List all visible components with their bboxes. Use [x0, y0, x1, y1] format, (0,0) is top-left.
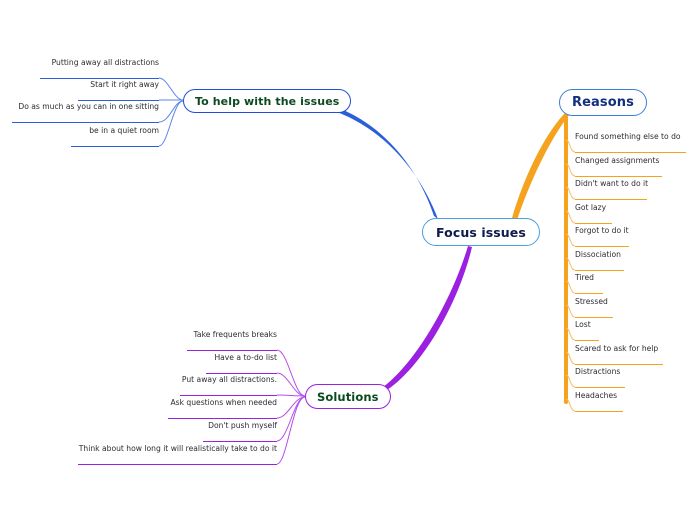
leaf-reasons-3-underline — [575, 223, 612, 224]
leaf-reasons-1-underline — [575, 176, 662, 177]
mindmap-canvas: Focus issues To help with the issues Put… — [0, 0, 696, 520]
branch-node-reasons[interactable]: Reasons — [559, 89, 647, 116]
leaf-reasons-10-underline — [575, 387, 625, 388]
leaf-reasons-0-label: Found something else to do — [575, 132, 681, 141]
leaf-reasons-7[interactable]: Stressed — [575, 296, 608, 310]
leaf-solutions-4[interactable]: Don't push myself — [60, 420, 277, 434]
trunk-reasons — [512, 112, 570, 220]
leaf-reasons-5-label: Dissociation — [575, 250, 622, 259]
branch-node-reasons-label: Reasons — [572, 95, 634, 110]
branch-node-help-label: To help with the issues — [195, 94, 340, 108]
leaf-help-3-label: be in a quiet room — [89, 126, 159, 135]
leaf-reasons-0-underline — [575, 152, 686, 153]
leaf-reasons-10[interactable]: Distractions — [575, 366, 620, 380]
leaf-reasons-11-underline — [575, 411, 623, 412]
leaf-reasons-2-label: Didn't want to do it — [575, 179, 649, 188]
leaf-reasons-3-label: Got lazy — [575, 203, 607, 212]
leaf-reasons-0[interactable]: Found something else to do — [575, 131, 681, 145]
leaf-solutions-2[interactable]: Put away all distractions. — [60, 374, 277, 388]
hooks-help — [158, 77, 184, 147]
leaf-reasons-9-underline — [575, 364, 663, 365]
trunk-help — [303, 100, 438, 219]
leaf-reasons-2-underline — [575, 199, 647, 200]
leaf-reasons-6-label: Tired — [575, 273, 594, 282]
leaf-reasons-11-label: Headaches — [575, 391, 618, 400]
branch-node-help[interactable]: To help with the issues — [183, 89, 352, 113]
hooks-solutions — [276, 349, 306, 465]
hooks-reasons — [565, 139, 576, 412]
leaf-help-0-label: Putting away all distractions — [51, 58, 159, 67]
leaf-reasons-11[interactable]: Headaches — [575, 390, 617, 404]
leaf-reasons-5[interactable]: Dissociation — [575, 249, 621, 263]
leaf-reasons-6[interactable]: Tired — [575, 272, 594, 286]
leaf-reasons-8-label: Lost — [575, 320, 591, 329]
leaf-solutions-3-label: Ask questions when needed — [170, 398, 277, 407]
leaf-solutions-5[interactable]: Think about how long it will realistical… — [40, 443, 277, 457]
leaf-help-1[interactable]: Start it right away — [0, 79, 159, 93]
leaf-help-1-label: Start it right away — [90, 80, 159, 89]
leaf-help-2[interactable]: Do as much as you can in one sitting — [0, 101, 159, 115]
leaf-reasons-8[interactable]: Lost — [575, 319, 591, 333]
leaf-solutions-5-label: Think about how long it will realistical… — [78, 444, 277, 453]
leaf-reasons-9-label: Scared to ask for help — [575, 344, 659, 353]
central-node-focus-issues[interactable]: Focus issues — [422, 218, 540, 246]
leaf-reasons-3[interactable]: Got lazy — [575, 202, 606, 216]
leaf-solutions-0[interactable]: Take frequents breaks — [60, 329, 277, 343]
leaf-help-0[interactable]: Putting away all distractions — [0, 57, 159, 71]
leaf-reasons-1-label: Changed assignments — [575, 156, 660, 165]
leaf-reasons-9[interactable]: Scared to ask for help — [575, 343, 658, 357]
leaf-help-3-underline — [71, 146, 159, 147]
leaf-solutions-3-underline — [168, 418, 277, 419]
leaf-solutions-4-underline — [203, 441, 277, 442]
leaf-solutions-3[interactable]: Ask questions when needed — [60, 397, 277, 411]
leaf-help-2-underline — [12, 122, 159, 123]
leaf-reasons-2[interactable]: Didn't want to do it — [575, 178, 648, 192]
leaf-reasons-6-underline — [575, 293, 603, 294]
leaf-help-3[interactable]: be in a quiet room — [0, 125, 159, 139]
leaf-solutions-0-underline — [187, 350, 277, 351]
central-node-label: Focus issues — [436, 224, 526, 240]
leaf-reasons-10-label: Distractions — [575, 367, 621, 376]
leaf-solutions-0-label: Take frequents breaks — [193, 330, 277, 339]
leaf-reasons-4-label: Forgot to do it — [575, 226, 629, 235]
leaf-reasons-4-underline — [575, 246, 629, 247]
branch-node-solutions-label: Solutions — [317, 389, 379, 404]
leaf-help-2-label: Do as much as you can in one sitting — [18, 102, 159, 111]
leaf-reasons-1[interactable]: Changed assignments — [575, 155, 659, 169]
leaf-solutions-2-underline — [180, 395, 277, 396]
trunk-solutions — [374, 246, 472, 397]
leaf-reasons-7-underline — [575, 317, 613, 318]
leaf-solutions-4-label: Don't push myself — [208, 421, 277, 430]
leaf-reasons-8-underline — [575, 340, 599, 341]
leaf-reasons-7-label: Stressed — [575, 297, 608, 306]
leaf-solutions-5-underline — [78, 464, 277, 465]
leaf-solutions-2-label: Put away all distractions. — [181, 375, 277, 384]
leaf-solutions-1[interactable]: Have a to-do list — [60, 352, 277, 366]
branch-node-solutions[interactable]: Solutions — [305, 384, 391, 409]
leaf-solutions-1-label: Have a to-do list — [214, 353, 277, 362]
leaf-reasons-4[interactable]: Forgot to do it — [575, 225, 629, 239]
leaf-reasons-5-underline — [575, 270, 624, 271]
